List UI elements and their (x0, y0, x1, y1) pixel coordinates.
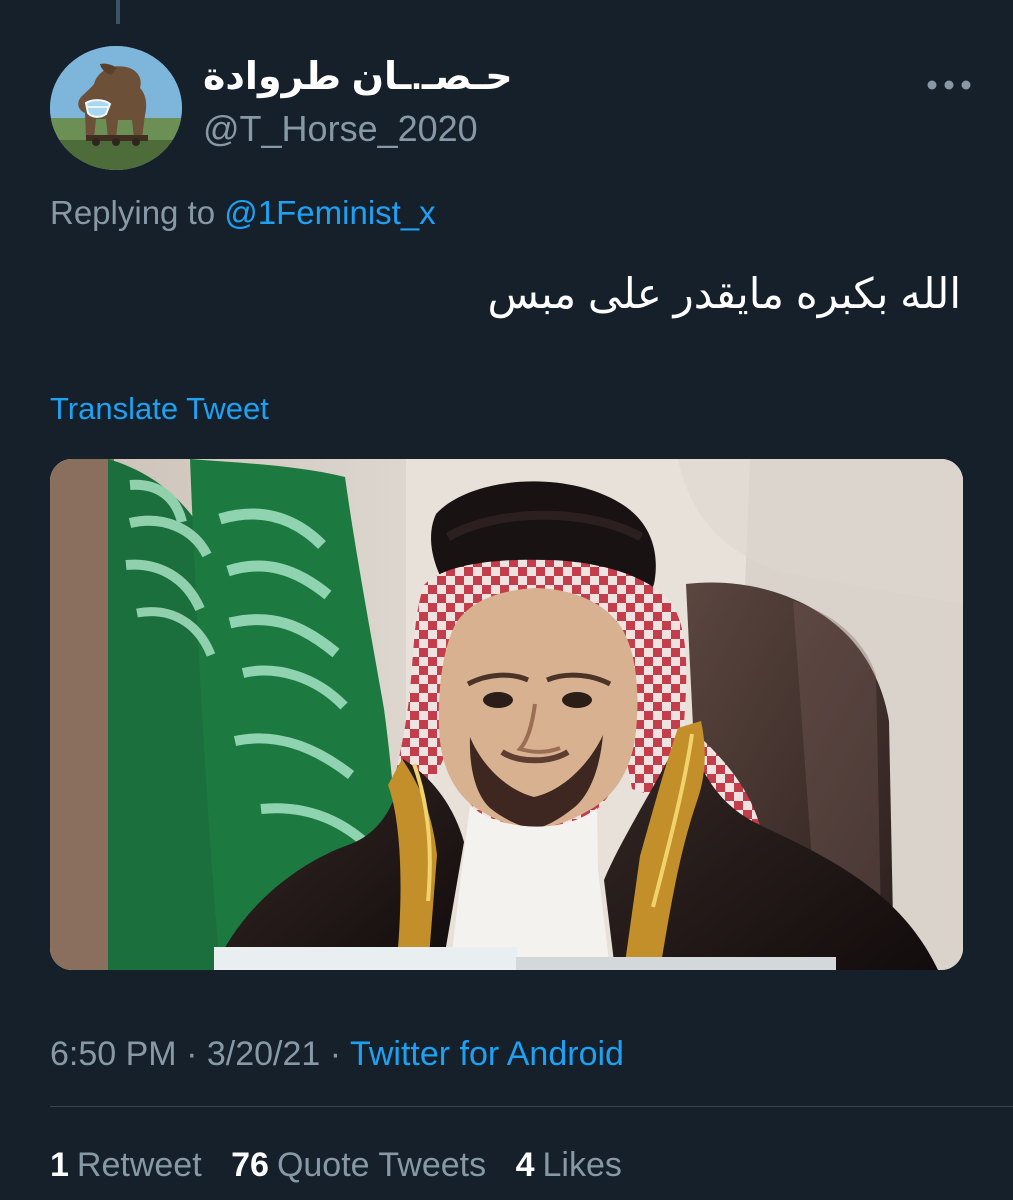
likes-label: Likes (542, 1146, 622, 1184)
metadata-divider (50, 1106, 1013, 1107)
profile-avatar[interactable] (50, 46, 182, 170)
tweet-source[interactable]: Twitter for Android (350, 1035, 624, 1073)
user-handle[interactable]: @T_Horse_2020 (203, 111, 478, 147)
quote-tweets-count: 76 (231, 1146, 269, 1184)
translate-tweet-link[interactable]: Translate Tweet (50, 393, 269, 424)
quote-tweets-label: Quote Tweets (276, 1146, 487, 1184)
tweet-metadata: 6:50 PM · 3/20/21 · Twitter for Android (50, 1037, 624, 1071)
engagement-stats: 1 Retweet 76 Quote Tweets 4 Likes (50, 1148, 642, 1182)
likes-stat[interactable]: 4 Likes (516, 1148, 622, 1182)
replying-to-mention[interactable]: @1Feminist_x (224, 194, 435, 231)
tweet-text: الله بكبره مايقدر على مبس (487, 270, 961, 317)
thread-connector-line (116, 0, 120, 24)
retweets-stat[interactable]: 1 Retweet (50, 1148, 202, 1182)
replying-to-label: Replying to (50, 194, 216, 231)
meta-separator: · (186, 1035, 198, 1073)
tweet-date: 3/20/21 (206, 1035, 321, 1073)
retweets-label: Retweet (76, 1146, 202, 1184)
tweet-photo[interactable] (50, 459, 963, 970)
replying-to-line: Replying to @1Feminist_x (50, 196, 436, 229)
more-icon (927, 80, 971, 90)
quote-tweets-stat[interactable]: 76 Quote Tweets (231, 1148, 486, 1182)
tweet-time: 6:50 PM (50, 1035, 177, 1073)
more-options-button[interactable] (924, 76, 974, 94)
retweets-count: 1 (50, 1146, 69, 1184)
display-name[interactable]: حـصـ.ـان طروادة (203, 58, 513, 96)
meta-separator: · (329, 1035, 342, 1073)
likes-count: 4 (515, 1146, 535, 1184)
